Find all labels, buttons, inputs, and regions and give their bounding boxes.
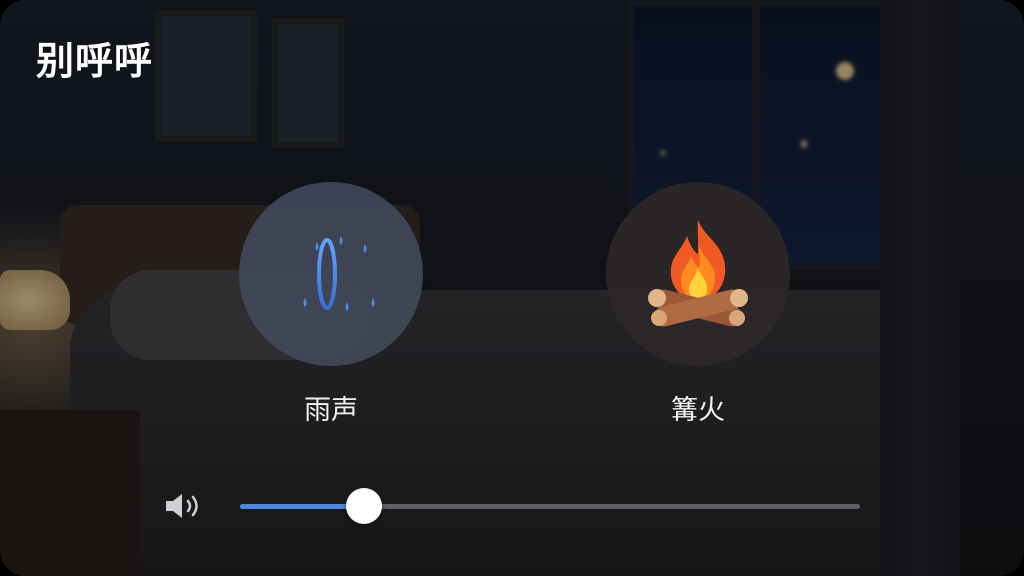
campfire-sound-label: 篝火 — [671, 395, 725, 426]
campfire-icon — [648, 220, 748, 327]
volume-slider[interactable] — [240, 488, 860, 524]
rain-sound-button[interactable] — [239, 182, 423, 366]
rain-sound-label: 雨声 — [304, 395, 358, 426]
rain-sound-wave-icon — [277, 236, 379, 311]
volume-slider-thumb[interactable] — [346, 488, 382, 524]
app-screen: 别呼呼 雨声 篝火 — [0, 0, 1024, 576]
campfire-sound-button[interactable] — [606, 182, 790, 366]
speaker-volume-icon[interactable] — [162, 490, 212, 522]
app-title: 别呼呼 — [36, 39, 154, 83]
bg-dim-overlay — [0, 0, 1024, 576]
